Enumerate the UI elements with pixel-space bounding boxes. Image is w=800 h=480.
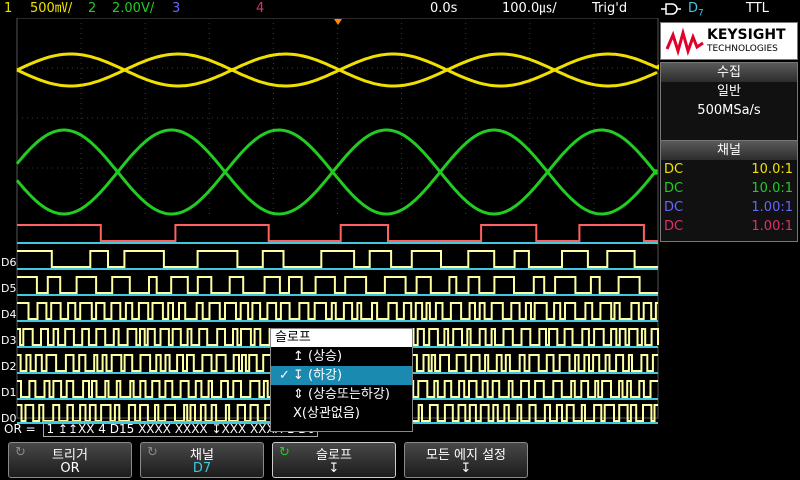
slope-popup-title: 슬로프 (271, 329, 412, 347)
digital-channel-label[interactable]: D4 (1, 308, 16, 321)
channel-softkey[interactable]: ↻ 채널 D7 (140, 442, 264, 478)
slope-option[interactable]: ⇕ (상승또는하강) (271, 385, 412, 404)
channel-row[interactable]: DC 10.0:1 (661, 160, 797, 179)
channel-row[interactable]: DC 10.0:1 (661, 179, 797, 198)
ch1-number[interactable]: 1 (4, 0, 12, 18)
channel-row[interactable]: DC 1.00:1 (661, 217, 797, 236)
acquisition-mode: 일반 (717, 84, 741, 99)
digital-channel-label[interactable]: D3 (1, 334, 16, 347)
trigger-softkey[interactable]: ↻ 트리거 OR (8, 442, 132, 478)
slope-softkey[interactable]: ↻ 슬로프 ↧ (272, 442, 396, 478)
channels-header: 채널 (661, 141, 797, 160)
slope-option[interactable]: ✓ ↧ (하강) (271, 366, 412, 385)
channels-panel[interactable]: 채널 DC 10.0:1 DC 10.0:1 DC 1.00:1 DC 1.00:1 (660, 140, 798, 242)
trigger-or-label: OR = (4, 422, 36, 436)
slope-option[interactable]: ↥ (상승) (271, 347, 412, 366)
status-bar: 1 500㎷/ 2 2.00V/ 3 4 0.0s 100.0㎲/ Trig'd… (0, 0, 800, 19)
slope-option-label: ↥ (상승) (293, 349, 343, 364)
time-delay[interactable]: 0.0s (430, 0, 457, 18)
ch4-number[interactable]: 4 (256, 0, 264, 18)
all-edges-softkey[interactable]: 모든 에지 설정 ↧ (404, 442, 528, 478)
ch1-scale[interactable]: 500㎷/ (30, 0, 72, 18)
keysight-wave-logo (665, 27, 704, 57)
digital-channel-label[interactable]: D6 (1, 256, 16, 269)
acquisition-header: 수집 (661, 63, 797, 82)
coupling: DC (664, 200, 684, 215)
brand-logo: KEYSIGHT TECHNOLOGIES (660, 22, 798, 60)
brand-name: KEYSIGHT (707, 27, 786, 43)
probe-ratio: 10.0:1 (751, 162, 793, 177)
sample-rate: 500MSa/s (697, 103, 761, 118)
logic-threshold[interactable]: TTL (746, 0, 769, 18)
slope-option[interactable]: X(상관없음) (271, 404, 412, 423)
probe-ratio: 1.00:1 (751, 219, 793, 234)
probe-ratio: 1.00:1 (751, 200, 793, 215)
timebase[interactable]: 100.0㎲/ (502, 0, 557, 18)
trigger-state: Trig'd (592, 1, 628, 16)
digital-channel-label[interactable]: D2 (1, 360, 16, 373)
all-edges-softkey-value: ↧ (460, 461, 472, 476)
digital-channel-label[interactable]: D1 (1, 386, 16, 399)
coupling: DC (664, 181, 684, 196)
ch2-number[interactable]: 2 (88, 0, 96, 18)
check-icon: ✓ (279, 368, 290, 383)
acquisition-panel[interactable]: 수집 일반 500MSa/s (660, 62, 798, 146)
channel-softkey-value: D7 (192, 461, 212, 476)
slope-softkey-value: ↧ (328, 461, 340, 476)
trigger-softkey-value: OR (60, 461, 80, 476)
side-panel: KEYSIGHT TECHNOLOGIES 수집 일반 500MSa/s 채널 … (660, 22, 798, 242)
slope-popup-menu[interactable]: 슬로프 ↥ (상승) ✓ ↧ (하강) ⇕ (상승또는하강) X(상관없음) (270, 328, 413, 432)
ch3-number[interactable]: 3 (172, 0, 180, 18)
coupling: DC (664, 219, 684, 234)
ch1-ground-marker: ◂ (653, 60, 659, 73)
trigger-type-icon (660, 0, 682, 18)
coupling: DC (664, 162, 684, 177)
digital-channel-label[interactable]: D5 (1, 282, 16, 295)
softkey-bar: ↻ 트리거 OR ↻ 채널 D7 ↻ 슬로프 ↧ 모든 에지 설정 ↧ (0, 438, 800, 480)
probe-ratio: 10.0:1 (751, 181, 793, 196)
trigger-source[interactable]: D7 (688, 0, 704, 23)
slope-option-label: ⇕ (상승또는하강) (293, 387, 390, 402)
brand-sub: TECHNOLOGIES (707, 44, 778, 54)
channel-row[interactable]: DC 1.00:1 (661, 198, 797, 217)
ch2-scale[interactable]: 2.00V/ (112, 0, 154, 18)
slope-option-label: ↧ (하강) (293, 368, 343, 383)
slope-option-label: X(상관없음) (293, 406, 360, 421)
